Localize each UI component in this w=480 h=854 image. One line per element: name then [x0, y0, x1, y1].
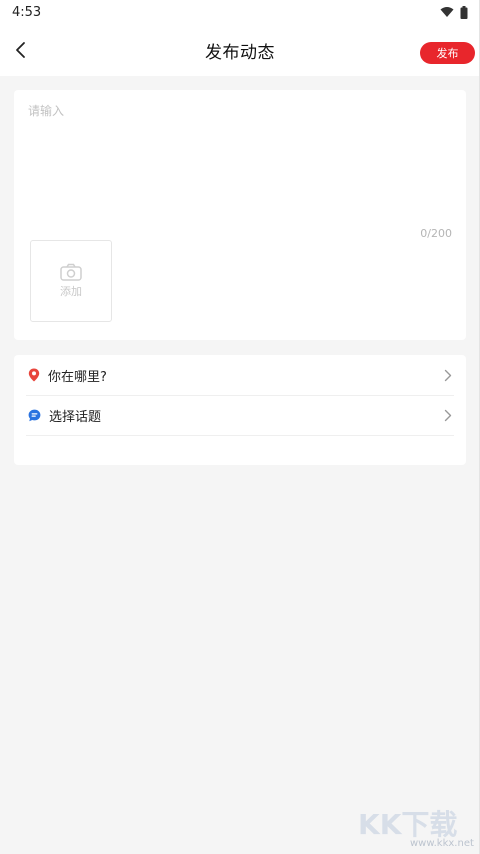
- battery-icon: [460, 5, 468, 19]
- chevron-left-icon: [16, 42, 25, 58]
- location-pin-icon: [28, 368, 40, 382]
- post-content-input[interactable]: [28, 102, 452, 222]
- add-photo-label: 添加: [60, 285, 82, 298]
- back-button[interactable]: [6, 36, 34, 64]
- watermark-brand: KK下载: [358, 808, 457, 841]
- chat-bubble-icon: [28, 409, 41, 421]
- watermark-url: www.kkx.net: [410, 838, 474, 848]
- camera-icon: [60, 263, 82, 281]
- option-divider: [26, 435, 454, 436]
- nav-bar: 发布动态 发布: [0, 24, 480, 76]
- watermark-logo: KK下载 www.kkx.net: [358, 808, 474, 848]
- topic-option[interactable]: 选择话题: [14, 395, 466, 435]
- location-option-label: 你在哪里?: [48, 369, 107, 385]
- topic-option-label: 选择话题: [49, 409, 102, 425]
- char-counter: 0/200: [420, 227, 452, 240]
- location-option[interactable]: 你在哪里?: [14, 355, 466, 395]
- status-icons: [440, 5, 468, 19]
- add-photo-button[interactable]: 添加: [30, 240, 112, 322]
- page-title: 发布动态: [205, 42, 275, 63]
- status-bar: 4:53: [0, 0, 480, 24]
- chevron-right-icon: [442, 409, 454, 421]
- compose-card: 0/200 添加: [14, 90, 466, 340]
- wifi-icon: [440, 7, 454, 17]
- chevron-right-icon: [442, 369, 454, 381]
- options-card: 你在哪里? 选择话题: [14, 355, 466, 465]
- publish-button[interactable]: 发布: [420, 42, 475, 64]
- status-time: 4:53: [12, 4, 42, 20]
